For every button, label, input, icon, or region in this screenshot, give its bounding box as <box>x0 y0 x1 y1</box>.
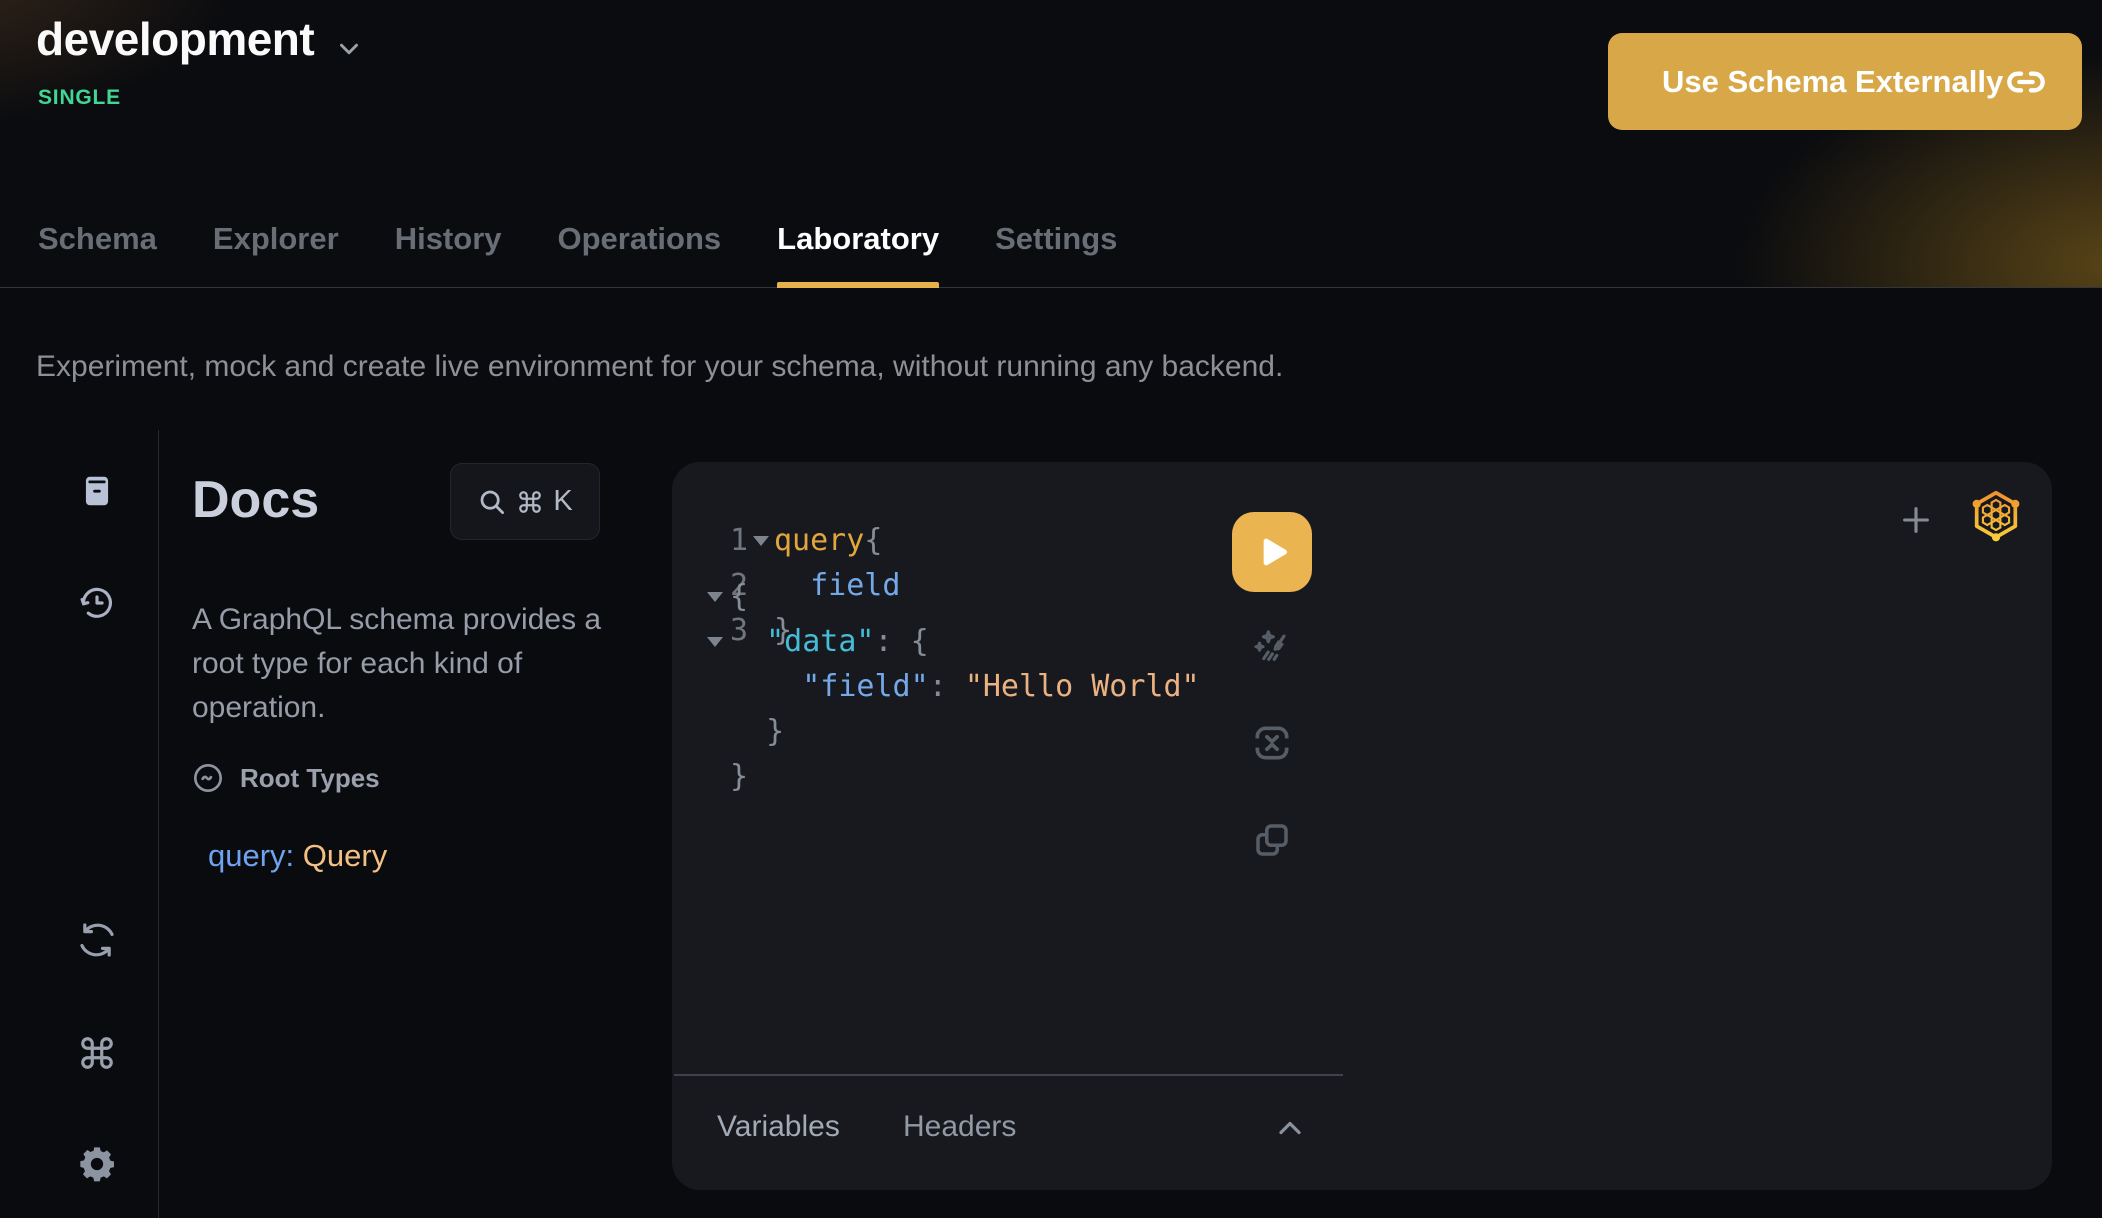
sidebar-item-settings[interactable] <box>78 1145 116 1183</box>
fold-toggle[interactable] <box>700 592 730 602</box>
command-key-icon <box>517 489 543 515</box>
code-token: "Hello World" <box>965 664 1200 709</box>
sidebar-item-docs[interactable] <box>78 472 116 510</box>
root-types-section: Root Types <box>192 762 380 794</box>
code-line: "data": { <box>700 619 1200 664</box>
tab-laboratory[interactable]: Laboratory <box>777 190 939 288</box>
fold-caret-icon[interactable] <box>707 592 723 602</box>
docs-search-button[interactable]: K <box>450 463 600 540</box>
docs-heading: Docs <box>192 470 319 530</box>
fold-caret-icon[interactable] <box>707 637 723 647</box>
sidebar-item-shortcuts[interactable] <box>78 1034 116 1072</box>
docs-description-line: operation. <box>192 686 601 730</box>
use-schema-externally-label: Use Schema Externally <box>1662 64 2003 100</box>
copy-query-button[interactable] <box>1250 818 1294 862</box>
page-subtitle: Experiment, mock and create live environ… <box>36 350 1283 384</box>
code-token: : <box>929 664 965 709</box>
code-line: "field": "Hello World" <box>700 664 1200 709</box>
search-shortcut-key: K <box>553 485 572 518</box>
tab-schema[interactable]: Schema <box>38 190 157 288</box>
gear-icon <box>77 1144 117 1184</box>
link-icon <box>2006 62 2046 102</box>
docs-description: A GraphQL schema provides a root type fo… <box>192 598 601 730</box>
code-token <box>730 619 766 664</box>
page-header: development SINGLE Use Schema Externally… <box>0 0 2102 288</box>
tab-settings[interactable]: Settings <box>995 190 1117 288</box>
root-field-separator: : <box>286 838 303 873</box>
code-token: "field" <box>802 664 928 709</box>
code-token: { <box>864 518 882 563</box>
hive-logo-icon <box>1970 487 2022 543</box>
sidebar-item-refetch[interactable] <box>78 921 116 959</box>
merge-fragments-button[interactable] <box>1250 721 1294 765</box>
tab-operations[interactable]: Operations <box>558 190 722 288</box>
code-token: "data" <box>766 619 874 664</box>
search-icon <box>477 487 507 517</box>
execute-query-button[interactable] <box>1232 512 1312 592</box>
target-mode-badge: SINGLE <box>38 86 121 110</box>
prettify-button[interactable] <box>1250 626 1294 670</box>
root-field-type[interactable]: Query <box>303 838 387 873</box>
use-schema-externally-button[interactable]: Use Schema Externally <box>1608 33 2082 130</box>
code-token <box>730 664 802 709</box>
root-field-name[interactable]: query <box>208 838 286 873</box>
code-token: query <box>774 518 864 563</box>
plus-icon <box>1899 503 1933 537</box>
tab-history[interactable]: History <box>395 190 502 288</box>
operation-editor-card: 1query{2 field3} <box>672 462 2052 1190</box>
tilde-circle-icon <box>192 762 224 794</box>
book-icon <box>78 472 116 510</box>
refresh-icon <box>78 921 116 959</box>
hive-logo-button[interactable] <box>1968 486 2024 544</box>
editor-bottom-divider <box>674 1074 1343 1076</box>
fold-caret-icon[interactable] <box>753 536 769 546</box>
code-line: { <box>700 574 1200 619</box>
command-icon <box>78 1034 116 1072</box>
tab-variables[interactable]: Variables <box>717 1110 840 1144</box>
play-icon <box>1252 532 1292 572</box>
code-token: } <box>730 709 784 754</box>
copy-icon <box>1251 819 1293 861</box>
workspace-title: development <box>36 12 314 66</box>
sidebar-divider <box>158 430 159 1218</box>
fold-toggle[interactable] <box>748 536 774 546</box>
root-field-query[interactable]: query: Query <box>208 838 387 874</box>
tab-explorer[interactable]: Explorer <box>213 190 339 288</box>
laboratory-page: development SINGLE Use Schema Externally… <box>0 0 2102 1218</box>
chevron-up-icon <box>1272 1110 1308 1146</box>
docs-description-line: A GraphQL schema provides a <box>192 598 601 642</box>
tab-headers[interactable]: Headers <box>903 1110 1016 1144</box>
prettify-sparkle-icon <box>1250 626 1294 670</box>
merge-icon <box>1250 721 1294 765</box>
collapse-panel-button[interactable] <box>1268 1108 1312 1148</box>
code-line: } <box>700 709 1200 754</box>
workspace-switcher[interactable]: development <box>36 12 364 66</box>
root-types-label: Root Types <box>240 763 380 794</box>
main-tabs: Schema Explorer History Operations Laborator… <box>38 190 1117 288</box>
code-token: } <box>730 754 748 799</box>
history-icon <box>78 584 116 622</box>
response-viewer[interactable]: { "data": { "field": "Hello World" }} <box>700 574 1200 799</box>
sidebar-item-history[interactable] <box>78 584 116 622</box>
add-tab-button[interactable] <box>1894 498 1938 542</box>
code-line: 1 query{ <box>672 518 900 563</box>
fold-toggle[interactable] <box>700 637 730 647</box>
line-number: 1 <box>728 518 748 563</box>
code-token: : { <box>875 619 929 664</box>
chevron-down-icon <box>334 34 364 64</box>
code-line: } <box>700 754 1200 799</box>
code-token: { <box>730 574 748 619</box>
docs-description-line: root type for each kind of <box>192 642 601 686</box>
